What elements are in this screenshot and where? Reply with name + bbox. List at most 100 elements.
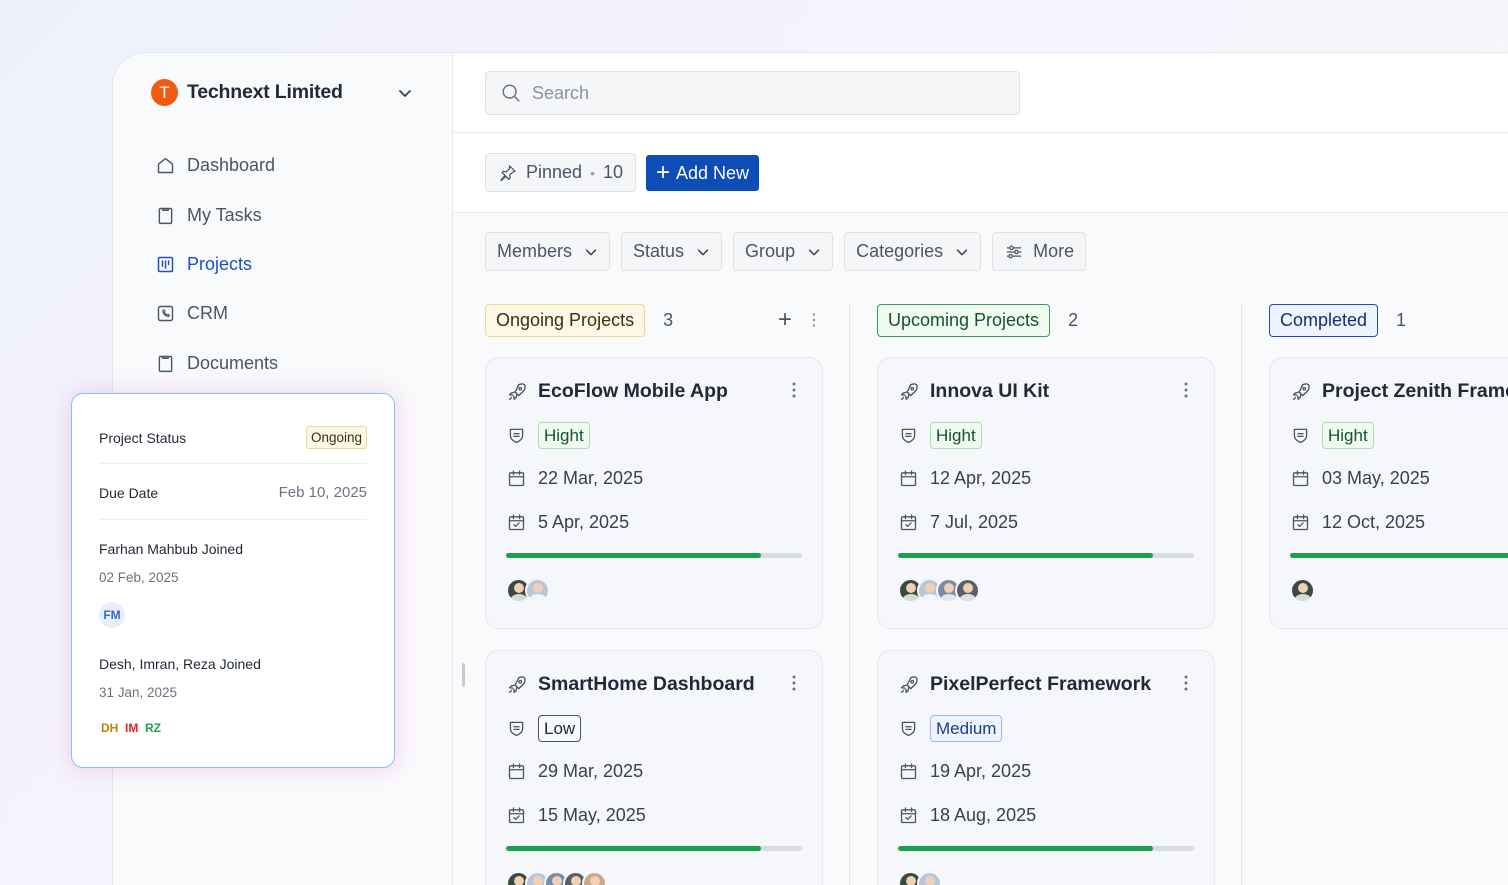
end-date-row: 18 Aug, 2025 — [898, 805, 1036, 826]
calendar-icon — [900, 763, 917, 780]
member-avatar[interactable] — [917, 871, 942, 885]
priority-shield-icon — [901, 721, 916, 737]
member-avatar[interactable] — [1290, 578, 1315, 603]
column-header: Upcoming Projects 2 — [877, 303, 1217, 337]
card-title-text: EcoFlow Mobile App — [538, 380, 728, 402]
search-input[interactable] — [532, 82, 972, 104]
sidebar-item-dashboard[interactable]: Dashboard — [155, 141, 278, 190]
card-title: SmartHome Dashboard — [506, 673, 755, 696]
filter-status[interactable]: Status — [621, 232, 723, 271]
card-menu-icon[interactable] — [1184, 382, 1188, 398]
sidebar-item-label: Projects — [187, 253, 253, 274]
start-date-row: 19 Apr, 2025 — [898, 761, 1031, 782]
separator-dot: • — [590, 164, 595, 181]
add-new-button[interactable]: + Add New — [646, 155, 760, 191]
card-menu-icon[interactable] — [792, 382, 796, 398]
clipboard-icon — [158, 207, 173, 224]
progress-bar — [506, 846, 802, 851]
activity-title: Desh, Imran, Reza Joined — [99, 656, 367, 672]
sidebar-item-documents[interactable]: Documents — [155, 339, 278, 388]
calendar-check-icon — [508, 514, 525, 531]
project-card[interactable]: EcoFlow Mobile App Hight 22 Mar, 2025 5 Apr… — [485, 357, 823, 629]
card-title-text: PixelPerfect Framework — [930, 673, 1152, 695]
column-header: Completed 1 — [1269, 303, 1508, 337]
progress-fill — [506, 846, 761, 851]
start-date: 03 May, 2025 — [1322, 468, 1430, 488]
start-date-row: 29 Mar, 2025 — [506, 761, 643, 782]
filter-label: Group — [745, 241, 796, 261]
end-date: 7 Jul, 2025 — [930, 512, 1019, 532]
add-card-icon[interactable]: + — [778, 306, 792, 334]
filter-categories[interactable]: Categories — [844, 232, 982, 271]
avatar-initials: DH — [101, 721, 119, 735]
column-ongoing: Ongoing Projects 3 + ⋮ — [485, 303, 825, 337]
pinned-button[interactable]: Pinned • 10 — [485, 153, 636, 192]
sidebar-nav: Dashboard My Tasks Projects CRM Document… — [155, 141, 278, 388]
priority-row: Hight — [1290, 422, 1374, 449]
priority-badge: Medium — [930, 715, 1003, 742]
member-avatar[interactable] — [955, 578, 980, 603]
start-date-row: 03 May, 2025 — [1290, 468, 1430, 489]
sidebar-item-my-tasks[interactable]: My Tasks — [155, 190, 278, 239]
sidebar-item-projects[interactable]: Projects — [155, 240, 278, 289]
progress-bar — [898, 553, 1194, 558]
chevron-down-icon[interactable] — [397, 85, 413, 101]
column-upcoming: Upcoming Projects 2 — [877, 303, 1217, 337]
priority-badge: Hight — [538, 422, 590, 449]
plus-icon: + — [656, 159, 671, 186]
sidebar-item-label: Dashboard — [187, 155, 276, 176]
filter-group[interactable]: Group — [733, 232, 834, 271]
calendar-check-icon — [900, 807, 917, 824]
column-divider — [849, 303, 850, 885]
search-icon — [502, 84, 520, 102]
member-avatar[interactable] — [525, 578, 550, 603]
chevron-down-icon — [808, 248, 820, 255]
column-divider — [1241, 303, 1242, 885]
avatar-group — [898, 871, 942, 885]
end-date: 12 Oct, 2025 — [1322, 512, 1426, 532]
filter-members[interactable]: Members — [485, 232, 611, 271]
rocket-icon — [900, 675, 918, 693]
start-date-row: 22 Mar, 2025 — [506, 468, 643, 489]
project-card[interactable]: PixelPerfect Framework Medium 19 Apr, 2025… — [877, 650, 1215, 885]
card-title-text: Project Zenith Frame — [1322, 380, 1508, 402]
action-bar: Pinned • 10 + Add New — [453, 133, 1508, 213]
end-date-row: 7 Jul, 2025 — [898, 512, 1018, 533]
project-card[interactable]: SmartHome Dashboard Low 29 Mar, 2025 15 May… — [485, 650, 823, 885]
calendar-check-icon — [1292, 514, 1309, 531]
filter-more[interactable]: More — [992, 232, 1087, 271]
kanban-icon — [157, 256, 174, 273]
resize-handle[interactable] — [462, 663, 465, 687]
pinned-label: Pinned — [526, 162, 583, 182]
column-completed: Completed 1 — [1269, 303, 1508, 337]
priority-badge: Low — [538, 715, 582, 742]
progress-fill — [506, 553, 761, 558]
filter-label: Status — [633, 241, 685, 261]
priority-shield-icon — [1293, 428, 1308, 444]
calendar-icon — [508, 470, 525, 487]
status-row: Project Status Ongoing — [99, 426, 367, 449]
sidebar-item-label: CRM — [187, 303, 228, 324]
chevron-down-icon — [585, 248, 597, 255]
column-header: Ongoing Projects 3 + ⋮ — [485, 303, 825, 337]
search-box[interactable] — [485, 71, 1020, 115]
card-menu-icon[interactable] — [792, 675, 796, 691]
org-switcher[interactable]: T Technext Limited — [151, 79, 413, 106]
avatar-group — [506, 578, 550, 603]
home-icon — [157, 157, 174, 174]
start-date-row: 12 Apr, 2025 — [898, 468, 1031, 489]
column-menu-icon[interactable]: ⋮ — [806, 310, 822, 330]
sidebar-item-crm[interactable]: CRM — [155, 289, 278, 338]
avatar-initials: FM — [99, 602, 125, 628]
rocket-icon — [900, 382, 918, 400]
card-menu-icon[interactable] — [1184, 675, 1188, 691]
progress-bar — [1290, 553, 1508, 558]
project-card[interactable]: Project Zenith Frame Hight 03 May, 2025 12 … — [1269, 357, 1508, 629]
member-avatar[interactable] — [582, 871, 607, 885]
progress-fill — [1290, 553, 1508, 558]
project-card[interactable]: Innova UI Kit Hight 12 Apr, 2025 7 Jul, 202… — [877, 357, 1215, 629]
main-content: Pinned • 10 + Add New Members Status Gro… — [453, 53, 1508, 885]
end-date: 18 Aug, 2025 — [930, 805, 1037, 825]
card-title: PixelPerfect Framework — [898, 673, 1151, 696]
filter-label: Categories — [856, 241, 944, 261]
